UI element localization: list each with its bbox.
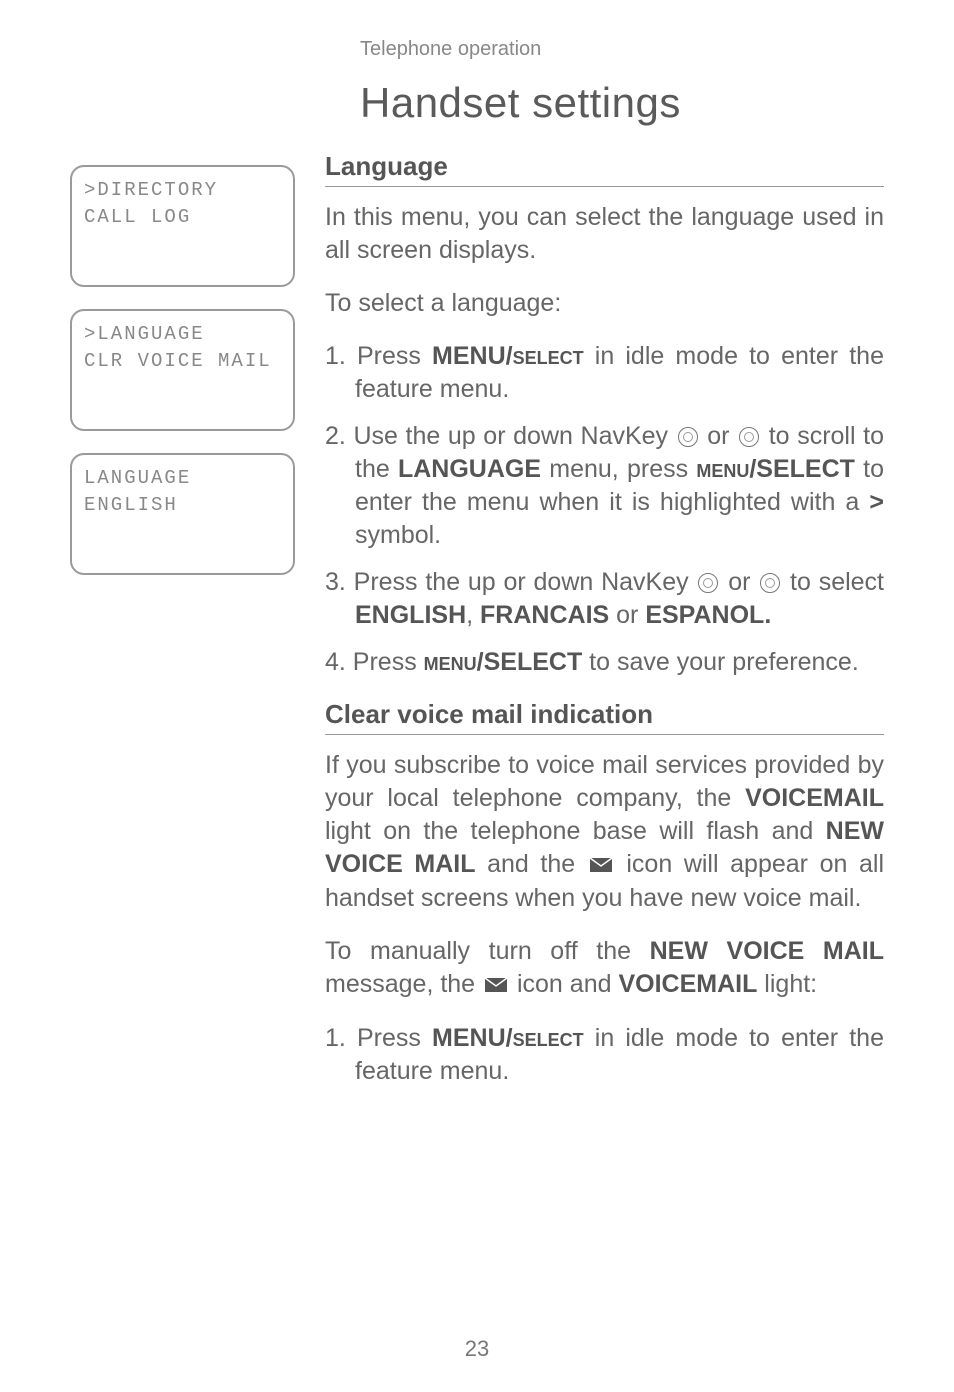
navkey-down-icon [739, 427, 759, 447]
list-item: 3. Press the up or down NavKey or to sel… [325, 566, 884, 632]
lcd-line: >DIRECTORY [84, 177, 281, 204]
mail-icon [589, 849, 613, 882]
navkey-down-icon [760, 573, 780, 593]
lcd-screen-3: LANGUAGE ENGLISH [70, 453, 295, 575]
lcd-line: ENGLISH [84, 492, 281, 519]
screen-previews: >DIRECTORY CALL LOG >LANGUAGE CLR VOICE … [70, 151, 295, 1108]
list-item: 4. Press menu/SELECT to save your prefer… [325, 646, 884, 679]
steps-list-1: 1. Press MENU/select in idle mode to ent… [325, 340, 884, 679]
list-item: 1. Press MENU/select in idle mode to ent… [325, 1022, 884, 1088]
lcd-screen-1: >DIRECTORY CALL LOG [70, 165, 295, 287]
lcd-line: CLR VOICE MAIL [84, 348, 281, 375]
list-item: 2. Use the up or down NavKey or to scrol… [325, 420, 884, 552]
navkey-up-icon [678, 427, 698, 447]
steps-list-2: 1. Press MENU/select in idle mode to ent… [325, 1022, 884, 1088]
mail-icon [484, 969, 508, 1002]
page-title: Handset settings [70, 79, 884, 127]
subheading-clear-voicemail: Clear voice mail indication [325, 699, 884, 735]
voicemail-para-2: To manually turn off the NEW VOICE MAIL … [325, 935, 884, 1002]
voicemail-para-1: If you subscribe to voice mail services … [325, 749, 884, 915]
subheading-language: Language [325, 151, 884, 187]
lcd-screen-2: >LANGUAGE CLR VOICE MAIL [70, 309, 295, 431]
intro-paragraph: In this menu, you can select the languag… [325, 201, 884, 267]
lcd-line: CALL LOG [84, 204, 281, 231]
lcd-line: LANGUAGE [84, 465, 281, 492]
lcd-line: >LANGUAGE [84, 321, 281, 348]
page-number: 23 [0, 1336, 954, 1362]
section-header: Telephone operation [70, 38, 884, 61]
lead-paragraph: To select a language: [325, 287, 884, 320]
body-content: Language In this menu, you can select th… [325, 151, 884, 1108]
navkey-up-icon [698, 573, 718, 593]
list-item: 1. Press MENU/select in idle mode to ent… [325, 340, 884, 406]
